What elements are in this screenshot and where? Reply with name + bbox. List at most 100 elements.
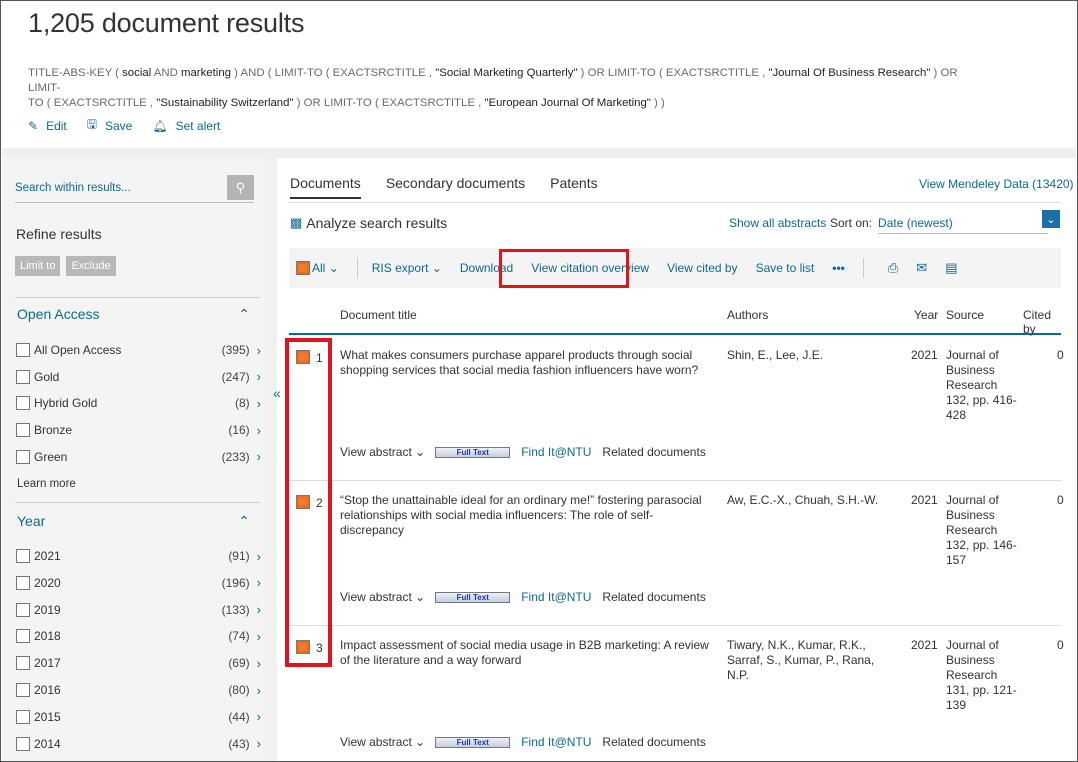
limit-to-button[interactable]: Limit to: [15, 256, 61, 276]
chevron-down-icon[interactable]: ⌄: [1042, 210, 1060, 228]
facet-checkbox[interactable]: [16, 575, 30, 590]
facet-item[interactable]: 2016 (80) ›: [16, 680, 261, 700]
col-year[interactable]: Year: [914, 308, 938, 322]
bibliography-icon[interactable]: ▤: [945, 260, 957, 276]
facet-item[interactable]: 2019 (133) ›: [16, 600, 261, 620]
facet-checkbox[interactable]: [16, 343, 30, 357]
set-alert-button[interactable]: 🔔︎ Set alert: [152, 115, 220, 136]
find-it-link[interactable]: Find It@NTU: [521, 445, 591, 459]
chevron-right-icon[interactable]: ›: [257, 343, 261, 358]
select-all-dropdown[interactable]: All ⌄: [312, 261, 339, 275]
chevron-right-icon[interactable]: ›: [257, 629, 261, 644]
open-access-facet-header[interactable]: Open Access ⌃: [17, 306, 250, 323]
facet-item[interactable]: 2021 (91) ›: [16, 546, 261, 566]
print-icon[interactable]: ⎙: [888, 260, 898, 276]
facet-checkbox[interactable]: [16, 423, 30, 438]
view-abstract-toggle[interactable]: View abstract ⌄: [340, 735, 425, 749]
full-text-button[interactable]: Full Text: [435, 591, 511, 603]
search-within-input[interactable]: Search within results...: [15, 182, 131, 194]
related-documents-link[interactable]: Related documents: [602, 445, 705, 459]
facet-checkbox[interactable]: [16, 369, 30, 384]
more-options-icon[interactable]: •••: [832, 261, 845, 275]
source-link[interactable]: Journal of Business Research 132, pp. 41…: [946, 348, 1021, 423]
facet-item[interactable]: Bronze (16) ›: [16, 420, 261, 440]
chevron-right-icon[interactable]: ›: [257, 736, 261, 751]
cited-by-count[interactable]: 0: [1057, 493, 1064, 507]
edit-button[interactable]: ✎ Edit: [28, 115, 67, 136]
facet-checkbox[interactable]: [16, 629, 30, 644]
save-to-list-button[interactable]: Save to list: [756, 261, 815, 275]
facet-checkbox[interactable]: [16, 656, 30, 671]
facet-item[interactable]: Green (233) ›: [16, 447, 261, 467]
source-link[interactable]: Journal of Business Research 132, pp. 14…: [946, 493, 1021, 568]
facet-label: 2014: [34, 736, 61, 751]
document-title-link[interactable]: Impact assessment of social media usage …: [340, 638, 715, 668]
facet-item[interactable]: Gold (247) ›: [16, 367, 261, 387]
facet-item[interactable]: 2020 (196) ›: [16, 573, 261, 593]
collapse-sidebar-icon[interactable]: «: [273, 385, 281, 401]
facet-item[interactable]: Hybrid Gold (8) ›: [16, 393, 261, 413]
view-mendeley-data-link[interactable]: View Mendeley Data (13420): [919, 177, 1074, 191]
col-cited-by[interactable]: Cited by: [1023, 308, 1061, 336]
search-within-results[interactable]: Search within results... ⚲: [15, 173, 254, 203]
facet-checkbox[interactable]: [16, 736, 30, 751]
full-text-button[interactable]: Full Text: [435, 446, 511, 458]
cited-by-count[interactable]: 0: [1057, 348, 1064, 362]
view-abstract-toggle[interactable]: View abstract ⌄: [340, 445, 425, 459]
tab-patents[interactable]: Patents: [550, 175, 597, 199]
chevron-up-icon[interactable]: ⌃: [238, 513, 250, 530]
view-abstract-toggle[interactable]: View abstract ⌄: [340, 590, 425, 604]
show-all-abstracts-link[interactable]: Show all abstracts: [729, 216, 826, 230]
facet-item[interactable]: 2017 (69) ›: [16, 653, 261, 673]
email-icon[interactable]: ✉: [916, 260, 927, 276]
chevron-right-icon[interactable]: ›: [257, 709, 261, 724]
col-authors[interactable]: Authors: [727, 308, 768, 322]
chevron-up-icon[interactable]: ⌃: [238, 306, 250, 323]
view-cited-by-button[interactable]: View cited by: [667, 261, 737, 275]
facet-checkbox[interactable]: [16, 709, 30, 724]
authors-link[interactable]: Tiwary, N.K., Kumar, R.K., Sarraf, S., K…: [727, 638, 897, 683]
save-button[interactable]: 🖫 Save: [87, 115, 133, 136]
exclude-button[interactable]: Exclude: [66, 256, 116, 276]
source-link[interactable]: Journal of Business Research 131, pp. 12…: [946, 638, 1021, 713]
facet-checkbox[interactable]: [16, 549, 30, 563]
learn-more-link[interactable]: Learn more: [17, 478, 76, 490]
full-text-button[interactable]: Full Text: [435, 736, 511, 748]
facet-checkbox[interactable]: [16, 396, 30, 411]
sort-select[interactable]: Date (newest): [878, 216, 1049, 234]
chevron-right-icon[interactable]: ›: [257, 549, 261, 564]
tab-secondary-documents[interactable]: Secondary documents: [386, 175, 525, 199]
related-documents-link[interactable]: Related documents: [602, 735, 705, 749]
chevron-right-icon[interactable]: ›: [257, 602, 261, 617]
authors-link[interactable]: Aw, E.C.-X., Chuah, S.H.-W.: [727, 493, 897, 508]
cited-by-count[interactable]: 0: [1057, 638, 1064, 652]
select-all-checkbox[interactable]: [296, 261, 310, 275]
related-documents-link[interactable]: Related documents: [602, 590, 705, 604]
facet-checkbox[interactable]: [16, 449, 30, 464]
facet-item[interactable]: 2015 (44) ›: [16, 707, 261, 727]
find-it-link[interactable]: Find It@NTU: [521, 735, 591, 749]
tab-documents[interactable]: Documents: [290, 175, 361, 199]
chevron-right-icon[interactable]: ›: [257, 575, 261, 590]
find-it-link[interactable]: Find It@NTU: [521, 590, 591, 604]
chevron-right-icon[interactable]: ›: [257, 369, 261, 384]
search-icon[interactable]: ⚲: [227, 175, 254, 200]
facet-checkbox[interactable]: [16, 602, 30, 617]
analyze-search-results-link[interactable]: ▩ Analyze search results: [290, 215, 447, 231]
chevron-right-icon[interactable]: ›: [257, 423, 261, 438]
facet-item[interactable]: 2014 (43) ›: [16, 734, 261, 754]
facet-checkbox[interactable]: [16, 683, 30, 697]
year-facet-header[interactable]: Year ⌃: [17, 513, 250, 530]
col-document-title[interactable]: Document title: [340, 308, 417, 322]
chevron-right-icon[interactable]: ›: [257, 683, 261, 698]
document-title-link[interactable]: “Stop the unattainable ideal for an ordi…: [340, 493, 715, 538]
ris-export-button[interactable]: RIS export ⌄: [372, 261, 442, 275]
col-source[interactable]: Source: [946, 308, 984, 322]
chevron-right-icon[interactable]: ›: [257, 396, 261, 411]
facet-item[interactable]: All Open Access (395) ›: [16, 340, 261, 360]
authors-link[interactable]: Shin, E., Lee, J.E.: [727, 348, 897, 363]
document-title-link[interactable]: What makes consumers purchase apparel pr…: [340, 348, 715, 378]
chevron-right-icon[interactable]: ›: [257, 449, 261, 464]
chevron-right-icon[interactable]: ›: [257, 656, 261, 671]
facet-item[interactable]: 2018 (74) ›: [16, 626, 261, 646]
